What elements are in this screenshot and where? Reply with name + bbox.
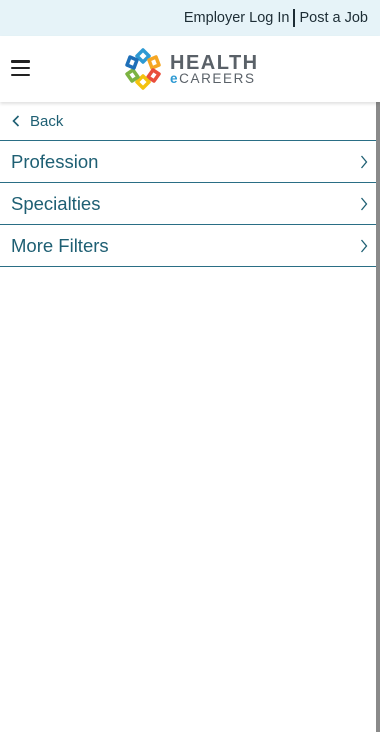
menu-icon[interactable] [11, 60, 30, 77]
back-label: Back [30, 112, 64, 130]
filter-panel: Back Profession Specialties More Filters [0, 102, 376, 267]
back-button[interactable]: Back [0, 102, 376, 141]
logo-ecareers: eCAREERS [170, 70, 256, 86]
filter-item-specialties[interactable]: Specialties [0, 183, 376, 225]
scrollbar[interactable] [376, 102, 380, 732]
site-header: HEALTH eCAREERS [0, 36, 380, 102]
filter-item-label: More Filters [11, 234, 109, 256]
post-job-link[interactable]: Post a Job [299, 10, 368, 26]
logo-health: HEALTH [170, 51, 259, 74]
utility-bar: Employer Log In Post a Job [0, 0, 380, 36]
chevron-right-icon [360, 155, 368, 169]
filter-item-label: Specialties [11, 192, 101, 214]
divider [293, 9, 296, 27]
filter-item-profession[interactable]: Profession [0, 141, 376, 183]
chevron-right-icon [360, 239, 368, 253]
logo[interactable]: HEALTH eCAREERS [121, 47, 259, 91]
logo-mark-icon [125, 48, 161, 90]
filter-item-more-filters[interactable]: More Filters [0, 225, 376, 267]
filter-item-label: Profession [11, 150, 99, 172]
chevron-left-icon [12, 115, 20, 127]
chevron-right-icon [360, 197, 368, 211]
employer-login-link[interactable]: Employer Log In [184, 10, 290, 26]
